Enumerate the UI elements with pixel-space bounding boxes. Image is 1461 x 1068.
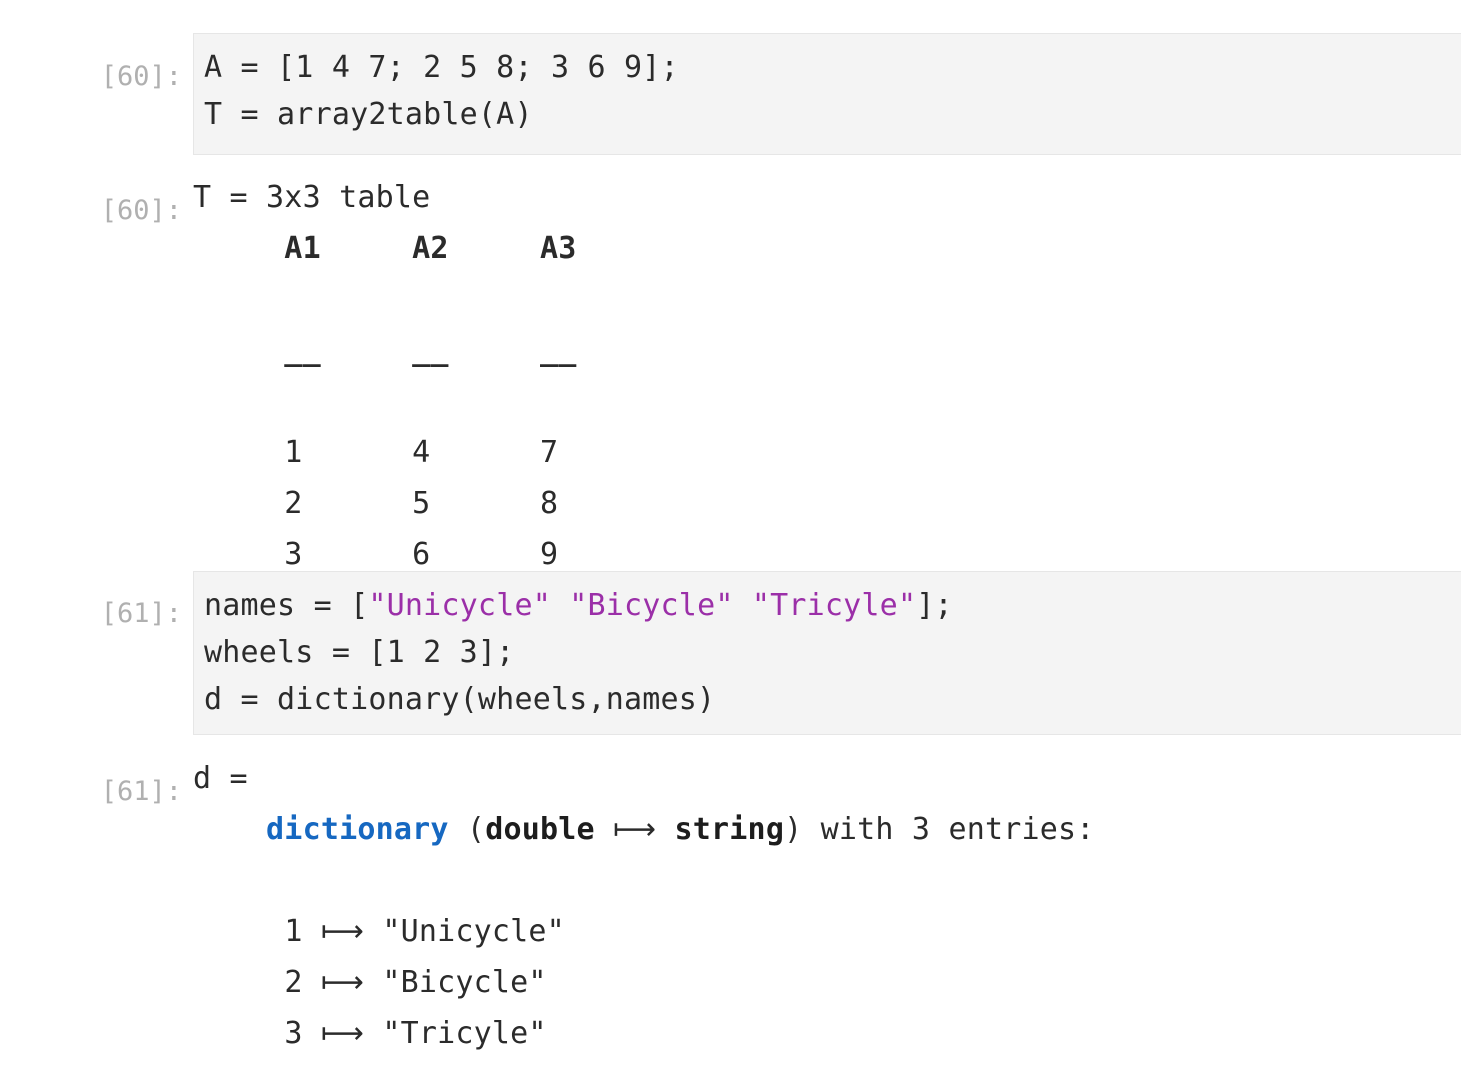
mapsto-icon: ⟼ (320, 1016, 365, 1051)
open-paren: ( (448, 812, 486, 847)
table-row: 2 5 8 (193, 486, 577, 521)
table-header-row: A1 A2 A3 (193, 231, 577, 266)
output-prompt-61: [61]: (100, 776, 182, 807)
code-editor-60[interactable]: A = [1 4 7; 2 5 8; 3 6 9]; T = array2tab… (193, 33, 1461, 155)
table-title: T = 3x3 table (193, 180, 431, 215)
dict-type-name: dictionary (266, 812, 449, 847)
code-line: T = array2table(A) (204, 97, 533, 132)
notebook-container: [60]: A = [1 4 7; 2 5 8; 3 6 9]; T = arr… (0, 0, 1461, 1068)
dict-key-type: double (485, 812, 595, 847)
code-line: wheels = [1 2 3]; (204, 635, 515, 670)
code-string-token: "Unicycle" "Bicycle" "Tricyle" (368, 588, 917, 623)
input-prompt-60: [60]: (100, 61, 182, 92)
code-line: d = dictionary(wheels,names) (204, 682, 716, 717)
table-blank-line (193, 376, 1461, 427)
mapsto-icon: ⟼ (320, 965, 365, 1000)
dict-entry-key: 3 (284, 1016, 303, 1051)
dict-variable-header: d = (193, 761, 248, 796)
code-token: names = [ (204, 588, 369, 623)
dict-entry-value: "Tricyle" (382, 1016, 547, 1051)
output-text-60: T = 3x3 table A1 A2 A3 __ __ __ 1 4 7 2 … (193, 172, 1461, 580)
output-prompt-60: [60]: (100, 195, 182, 226)
dict-value-type: string (674, 812, 785, 847)
dict-type-line: dictionary (double ⟼ string) with 3 entr… (193, 804, 1461, 855)
dict-entry-count-text: ) with 3 entries: (784, 812, 1095, 847)
dict-entry: 2 ⟼ "Bicycle" (193, 957, 1461, 1008)
table-blank-line (193, 274, 1461, 325)
dict-entry-key: 1 (284, 914, 303, 949)
dict-entry: 3 ⟼ "Tricyle" (193, 1008, 1461, 1059)
dict-entry-key: 2 (284, 965, 303, 1000)
dict-entry-value: "Bicycle" (382, 965, 547, 1000)
mapsto-icon: ⟼ (594, 812, 675, 847)
dict-entry: 1 ⟼ "Unicycle" (193, 906, 1461, 957)
code-editor-61[interactable]: names = ["Unicycle" "Bicycle" "Tricyle"]… (193, 571, 1461, 735)
code-line: names = ["Unicycle" "Bicycle" "Tricyle"]… (204, 582, 1461, 629)
dict-blank-line (193, 855, 1461, 906)
output-text-61: d = dictionary (double ⟼ string) with 3 … (193, 753, 1461, 1059)
dict-entry-value: "Unicycle" (382, 914, 565, 949)
code-token: ]; (916, 588, 953, 623)
code-line: A = [1 4 7; 2 5 8; 3 6 9]; (204, 50, 679, 85)
table-row: 1 4 7 (193, 435, 577, 470)
mapsto-icon: ⟼ (320, 914, 365, 949)
table-header-rule: __ __ __ (193, 333, 577, 368)
input-prompt-61: [61]: (100, 598, 182, 629)
